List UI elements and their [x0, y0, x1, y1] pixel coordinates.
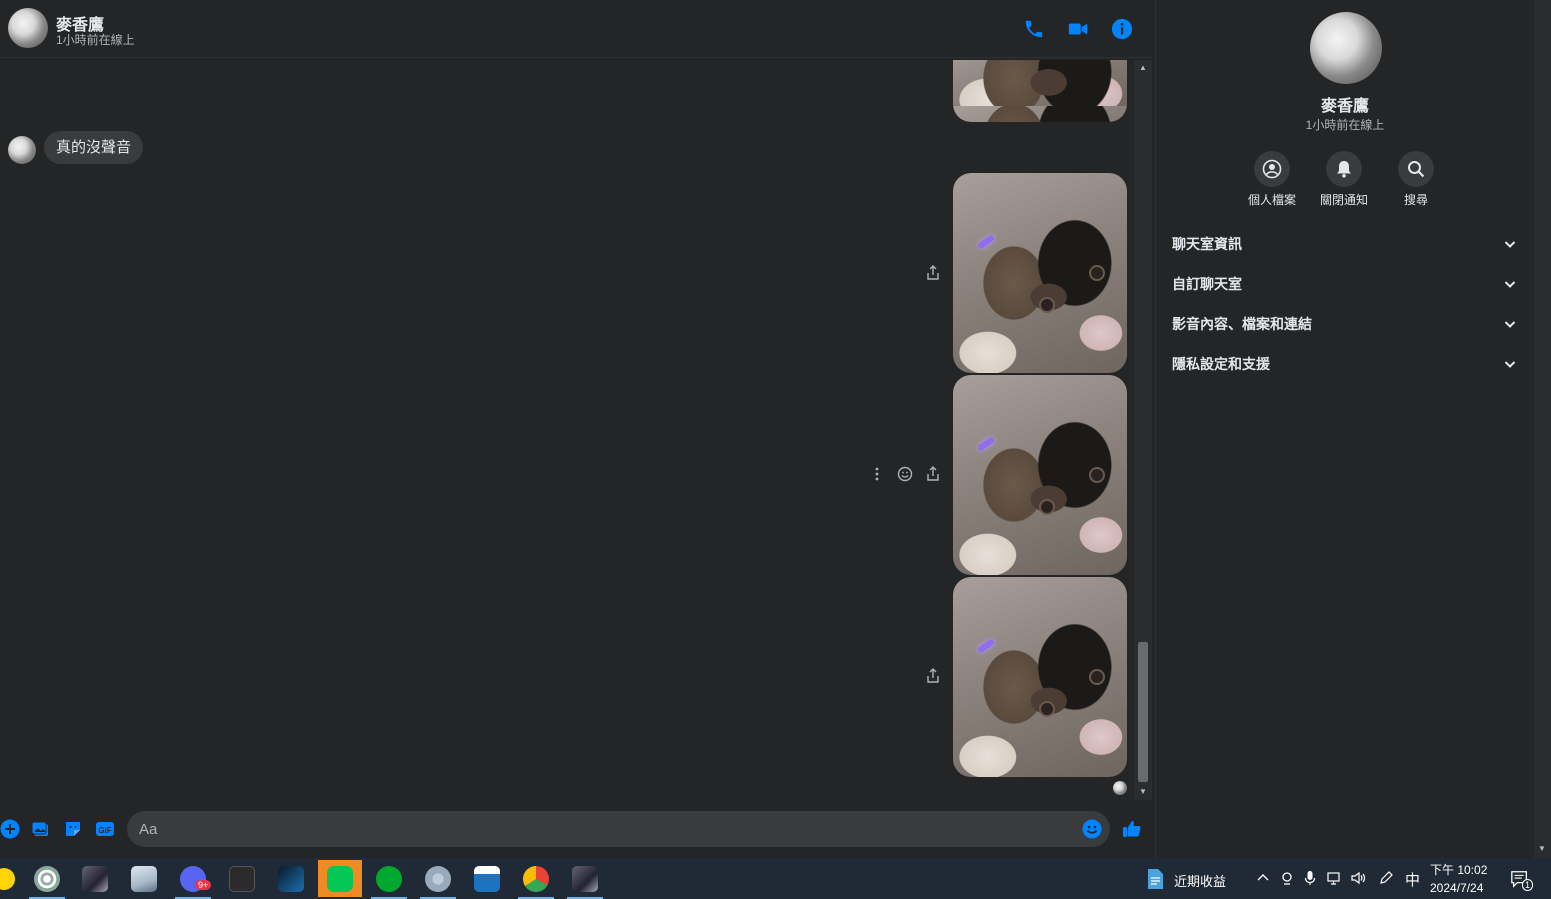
- taskbar-app-evernote[interactable]: [367, 860, 411, 899]
- photo-detail: [1039, 297, 1055, 313]
- notification-count: 1: [1522, 879, 1534, 891]
- mute-label: 關閉通知: [1319, 193, 1368, 207]
- section-title: 影音內容、檔案和連結: [1172, 316, 1312, 332]
- news-widget-label[interactable]: 近期收益: [1174, 871, 1226, 890]
- chat-header: 麥香鷹 1小時前在線上: [0, 0, 1152, 58]
- ime-indicator[interactable]: 中: [1405, 869, 1420, 890]
- photo-highlight: [976, 638, 996, 654]
- photo-detail: [1039, 701, 1055, 717]
- section-title: 自訂聊天室: [1172, 276, 1242, 292]
- share-icon[interactable]: [923, 666, 943, 686]
- chevron-down-icon: [1504, 361, 1516, 368]
- search-button[interactable]: 搜尋: [1386, 151, 1446, 208]
- windows-taskbar: 9+ 近期收益 中 下午 10:02 2024/7/24 1: [0, 858, 1551, 899]
- plus-icon[interactable]: [0, 818, 21, 840]
- section-title: 聊天室資訊: [1172, 236, 1242, 252]
- mute-button[interactable]: 關閉通知: [1314, 151, 1374, 208]
- taskbar-app-image[interactable]: [73, 860, 117, 897]
- sticker-icon[interactable]: [62, 818, 84, 840]
- contact-avatar[interactable]: [8, 8, 48, 48]
- scroll-down-icon[interactable]: ▼: [1138, 787, 1148, 797]
- more-options-icon[interactable]: [867, 464, 887, 484]
- network-icon[interactable]: [1326, 869, 1344, 887]
- svg-text:GIF: GIF: [98, 826, 111, 835]
- chevron-down-icon: [1504, 241, 1516, 248]
- clock-date: 2024/7/24: [1430, 881, 1484, 895]
- taskbar-app-cd[interactable]: [416, 860, 460, 899]
- like-icon[interactable]: [1121, 818, 1143, 840]
- photo-highlight: [976, 234, 996, 250]
- taskbar-app-spiral[interactable]: [25, 860, 69, 899]
- search-label: 搜尋: [1403, 193, 1428, 207]
- photo-detail: [1039, 499, 1055, 515]
- photo-detail: [1089, 467, 1105, 483]
- photo-detail: [1089, 265, 1105, 281]
- section-media-files-links[interactable]: 影音內容、檔案和連結: [1164, 306, 1526, 342]
- photo-message[interactable]: [953, 577, 1127, 777]
- message-input[interactable]: [127, 811, 1110, 847]
- message-bubble[interactable]: 真的沒聲音: [44, 131, 144, 164]
- panel-contact-status: 1小時前在線上: [1305, 118, 1385, 132]
- section-customize-chat[interactable]: 自訂聊天室: [1164, 266, 1526, 302]
- video-camera-icon[interactable]: [1066, 17, 1090, 41]
- taskbar-app-chrome[interactable]: [514, 860, 558, 899]
- sender-avatar[interactable]: [8, 136, 36, 164]
- window-scrollbar[interactable]: ▼: [1534, 0, 1551, 858]
- chevron-up-icon[interactable]: [1254, 869, 1272, 887]
- photo-detail: [1089, 669, 1105, 685]
- chevron-down-icon: [1504, 281, 1516, 288]
- scroll-up-icon[interactable]: ▲: [1138, 63, 1148, 73]
- gif-icon[interactable]: GIF: [94, 818, 116, 840]
- clock[interactable]: 下午 10:02 2024/7/24: [1430, 861, 1494, 895]
- emoji-icon[interactable]: [1081, 818, 1103, 840]
- pen-icon[interactable]: [1377, 869, 1395, 887]
- volume-icon[interactable]: [1349, 869, 1367, 887]
- share-icon[interactable]: [923, 263, 943, 283]
- seen-avatar: [1113, 781, 1127, 795]
- microphone-icon[interactable]: [1301, 869, 1319, 887]
- taskbar-app-norton[interactable]: [0, 860, 26, 897]
- photo-message[interactable]: [953, 375, 1127, 575]
- image-icon[interactable]: [30, 818, 52, 840]
- react-icon[interactable]: [895, 464, 915, 484]
- section-chat-info[interactable]: 聊天室資訊: [1164, 226, 1526, 262]
- photo-highlight: [976, 436, 996, 452]
- taskbar-app-discord[interactable]: 9+: [171, 860, 215, 899]
- contact-avatar-large[interactable]: [1310, 12, 1382, 84]
- photo-message[interactable]: [953, 60, 1127, 122]
- contact-status: 1小時前在線上: [56, 33, 135, 47]
- profile-button[interactable]: 個人檔案: [1242, 151, 1302, 208]
- phone-icon[interactable]: [1022, 17, 1046, 41]
- composer: GIF: [0, 806, 1152, 856]
- search-icon: [1398, 151, 1434, 187]
- scrollbar-thumb[interactable]: [1138, 642, 1148, 782]
- taskbar-app-window[interactable]: [465, 860, 509, 897]
- section-privacy-support[interactable]: 隱私設定和支援: [1164, 346, 1526, 382]
- notification-badge: 9+: [195, 880, 212, 890]
- news-icon[interactable]: [1144, 867, 1166, 891]
- notification-center-icon[interactable]: 1: [1509, 868, 1534, 891]
- chevron-down-icon: [1504, 321, 1516, 328]
- share-icon[interactable]: [923, 464, 943, 484]
- photo-message[interactable]: [953, 173, 1127, 373]
- taskbar-app-video-editor[interactable]: [269, 860, 313, 897]
- panel-contact-name: 麥香鷹: [1320, 98, 1369, 115]
- taskbar-app-line[interactable]: [318, 860, 362, 897]
- info-icon[interactable]: [1110, 17, 1134, 41]
- chat-scrollbar[interactable]: ▲ ▼: [1134, 60, 1152, 800]
- section-title: 隱私設定和支援: [1172, 356, 1270, 372]
- taskbar-app-image-2[interactable]: [563, 860, 607, 899]
- taskbar-app-vdraw[interactable]: [220, 860, 264, 897]
- profile-label: 個人檔案: [1247, 193, 1296, 207]
- camera-icon[interactable]: [1278, 869, 1296, 887]
- bell-icon: [1326, 151, 1362, 187]
- profile-icon: [1254, 151, 1290, 187]
- clock-time: 下午 10:02: [1430, 863, 1488, 877]
- scroll-down-icon[interactable]: ▼: [1537, 844, 1547, 854]
- taskbar-app-photos[interactable]: [122, 860, 166, 897]
- conversation-info-panel: 麥香鷹 1小時前在線上 個人檔案 關閉通知 搜尋 聊天室資訊 自訂聊天室 影音內…: [1155, 0, 1533, 858]
